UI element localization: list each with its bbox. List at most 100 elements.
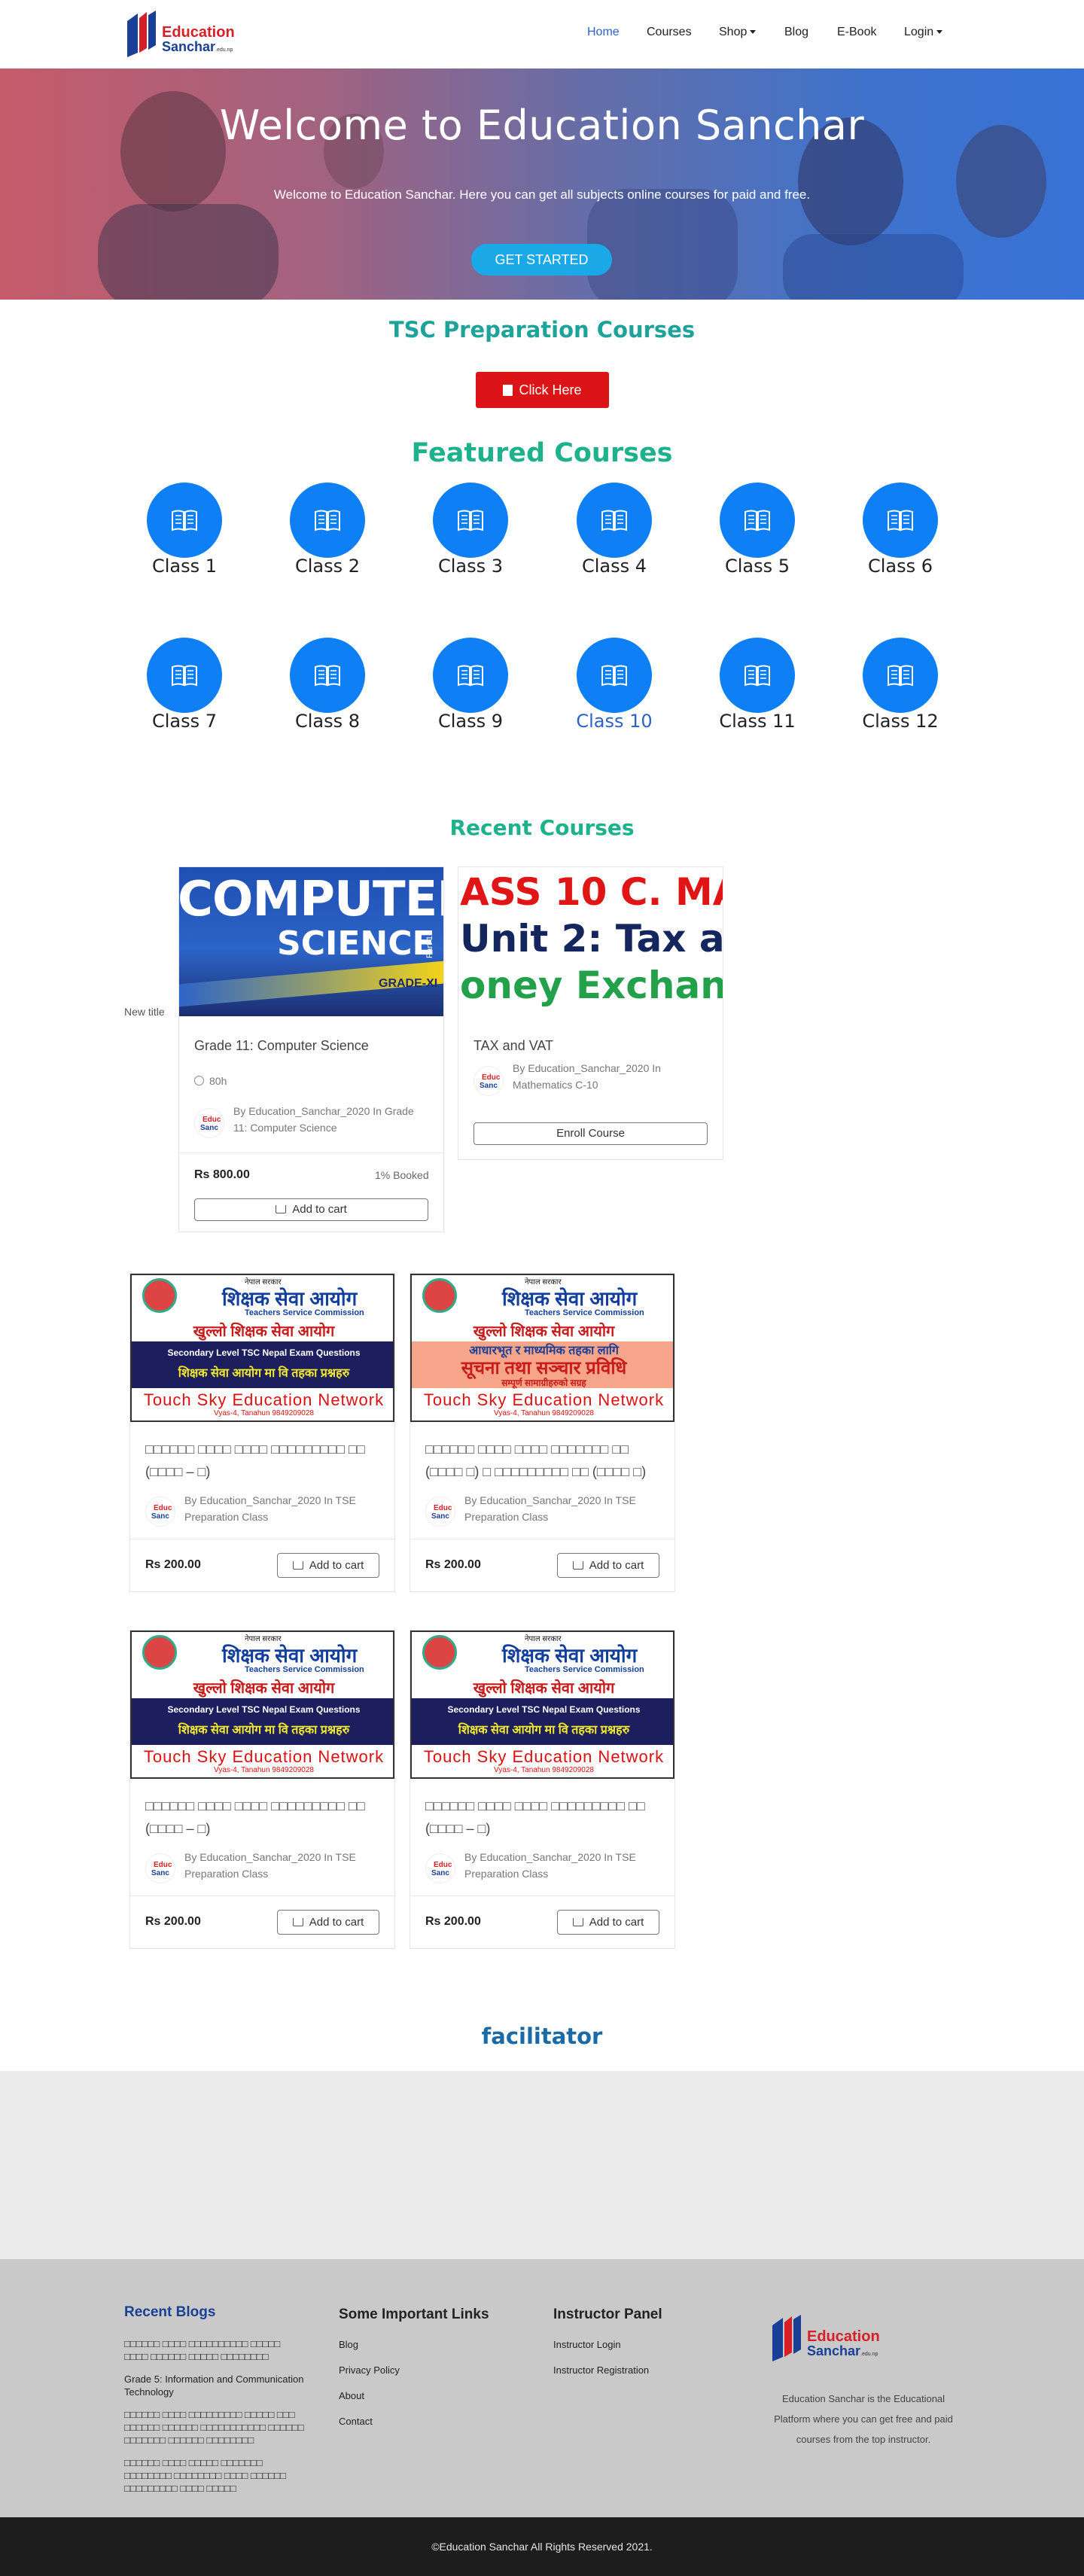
recent-blogs-heading: Recent Blogs — [124, 2304, 216, 2320]
footer-link-privacy[interactable]: Privacy Policy — [339, 2364, 400, 2377]
nav-blog[interactable]: Blog — [784, 26, 808, 39]
class-label[interactable]: Class 5 — [697, 556, 818, 577]
class-label[interactable]: Class 12 — [840, 711, 961, 732]
class-label[interactable]: Class 3 — [410, 556, 531, 577]
blog-link-4[interactable]: □□□□□□ □□□□ □□□□□ □□□□□□□ □□□□□□□□ □□□□□… — [124, 2456, 305, 2495]
thumb-line-2: SCIENCE — [277, 924, 435, 963]
instructor-panel-heading: Instructor Panel — [553, 2307, 662, 2322]
class-circle[interactable] — [720, 638, 795, 713]
class-card[interactable]: Class 3 — [410, 483, 531, 595]
nav-login[interactable]: Login — [904, 26, 943, 39]
enroll-course-button[interactable]: Enroll Course — [473, 1122, 708, 1145]
footer-logo[interactable]: Education Sanchar.edu.np — [769, 2312, 886, 2363]
course-title[interactable]: □□□□□□ □□□□ □□□□ □□□□□□□□□ □□ (□□□□ – □) — [145, 1795, 386, 1840]
course-title[interactable]: □□□□□□ □□□□ □□□□ □□□□□□□□□ □□ (□□□□ – □) — [145, 1438, 386, 1483]
divider — [410, 1895, 674, 1896]
class-card[interactable]: Class 2 — [267, 483, 388, 595]
course-card[interactable]: COMPUTER SCIENCE GRADE-XI Part-1 Grade 1… — [178, 866, 444, 1232]
hero-title: Welcome to Education Sanchar — [219, 102, 865, 149]
nav-ebook[interactable]: E-Book — [837, 26, 876, 39]
class-label[interactable]: Class 10 — [554, 711, 674, 732]
course-author: By Education_Sanchar_2020 In Mathematics… — [513, 1062, 661, 1091]
tsc-section-title: TSC Preparation Courses — [388, 317, 696, 343]
course-title[interactable]: □□□□□□ □□□□ □□□□ □□□□□□□□□ □□ (□□□□ – □) — [425, 1795, 666, 1840]
course-title[interactable]: Grade 11: Computer Science — [194, 1034, 369, 1057]
course-thumbnail[interactable]: नेपाल सरकार शिक्षक सेवा आयोग Teachers Serv… — [130, 1274, 394, 1422]
add-to-cart-button[interactable]: Add to cart — [277, 1553, 379, 1578]
class-card[interactable]: Class 9 — [410, 638, 531, 751]
tsc-course-card[interactable]: नेपाल सरकार शिक्षक सेवा आयोग Teachers Serv… — [129, 1630, 395, 1949]
copyright-bar: ©Education Sanchar All Rights Reserved 2… — [0, 2517, 1084, 2576]
class-label[interactable]: Class 6 — [840, 556, 961, 577]
nav-home[interactable]: Home — [587, 26, 620, 39]
class-card[interactable]: Class 6 — [840, 483, 961, 595]
class-circle[interactable] — [577, 483, 652, 558]
course-thumbnail[interactable]: नेपाल सरकार शिक्षक सेवा आयोग Teachers Serv… — [410, 1631, 674, 1779]
class-card[interactable]: Class 5 — [697, 483, 818, 595]
add-to-cart-button[interactable]: Add to cart — [557, 1553, 659, 1578]
course-thumbnail[interactable]: ASS 10 C. MAT Unit 2: Tax and oney Excha… — [458, 867, 723, 1016]
course-thumbnail[interactable]: COMPUTER SCIENCE GRADE-XI Part-1 — [179, 867, 443, 1016]
class-label[interactable]: Class 8 — [267, 711, 388, 732]
nepal-emblem-icon — [422, 1635, 457, 1670]
class-circle[interactable] — [577, 638, 652, 713]
logo-text-sanchar: Sanchar.edu.np — [807, 2343, 878, 2358]
course-thumbnail[interactable]: नेपाल सरकार शिक्षक सेवा आयोग Teachers Serv… — [130, 1631, 394, 1779]
class-card[interactable]: Class 1 — [124, 483, 245, 595]
click-here-button[interactable]: Click Here — [476, 372, 609, 408]
tsc-course-card[interactable]: नेपाल सरकार शिक्षक सेवा आयोग Teachers Serv… — [129, 1273, 395, 1592]
cart-icon — [276, 1205, 287, 1213]
featured-section-title: Featured Courses — [411, 438, 673, 468]
class-card[interactable]: Class 4 — [554, 483, 674, 595]
class-card[interactable]: Class 11 — [697, 638, 818, 751]
class-circle[interactable] — [290, 483, 365, 558]
add-to-cart-button[interactable]: Add to cart — [277, 1910, 379, 1935]
site-logo[interactable]: Education Sanchar.edu.np — [124, 8, 241, 59]
class-circle[interactable] — [290, 638, 365, 713]
course-title[interactable]: TAX and VAT — [473, 1034, 553, 1057]
instructor-login-link[interactable]: Instructor Login — [553, 2338, 621, 2351]
class-label[interactable]: Class 1 — [124, 556, 245, 577]
class-card[interactable]: Class 10 — [554, 638, 674, 751]
class-label[interactable]: Class 7 — [124, 711, 245, 732]
navbar: Education Sanchar.edu.np Home Courses Sh… — [0, 0, 1084, 69]
class-label[interactable]: Class 4 — [554, 556, 674, 577]
class-circle[interactable] — [863, 483, 938, 558]
poster-band: Secondary Level TSC Nepal Exam Questions… — [412, 1698, 673, 1745]
class-card[interactable]: Class 7 — [124, 638, 245, 751]
cart-icon — [572, 1918, 583, 1926]
course-thumbnail[interactable]: नेपाल सरकार शिक्षक सेवा आयोग Teachers Serv… — [410, 1274, 674, 1422]
class-label[interactable]: Class 2 — [267, 556, 388, 577]
class-circle[interactable] — [863, 638, 938, 713]
tsc-course-card[interactable]: नेपाल सरकार शिक्षक सेवा आयोग Teachers Serv… — [410, 1630, 675, 1949]
blog-link-2[interactable]: Grade 5: Information and Communication T… — [124, 2373, 305, 2398]
nepal-emblem-icon — [142, 1635, 177, 1670]
blog-link-3[interactable]: □□□□□□ □□□□ □□□□□□□□□ □□□□□ □□□ □□□□□□ □… — [124, 2408, 305, 2447]
class-label[interactable]: Class 11 — [697, 711, 818, 732]
course-price: Rs 200.00 — [145, 1558, 201, 1571]
class-circle[interactable] — [433, 483, 508, 558]
course-card[interactable]: ASS 10 C. MAT Unit 2: Tax and oney Excha… — [458, 866, 723, 1160]
nav-shop[interactable]: Shop — [719, 26, 757, 39]
add-to-cart-button[interactable]: Add to cart — [194, 1198, 428, 1221]
footer-link-about[interactable]: About — [339, 2389, 364, 2402]
poster-band: Secondary Level TSC Nepal Exam Questions… — [132, 1698, 393, 1745]
class-card[interactable]: Class 8 — [267, 638, 388, 751]
blog-link-1[interactable]: □□□□□□ □□□□ □□□□□□□□□□ □□□□□ □□□□ □□□□□□… — [124, 2337, 305, 2363]
avatar: Educ Sanc — [425, 1497, 455, 1527]
add-to-cart-button[interactable]: Add to cart — [557, 1910, 659, 1935]
class-label[interactable]: Class 9 — [410, 711, 531, 732]
course-title[interactable]: □□□□□□ □□□□ □□□□ □□□□□□□ □□ (□□□□ □) □ □… — [425, 1438, 666, 1483]
nav-courses[interactable]: Courses — [647, 26, 692, 39]
class-circle[interactable] — [147, 483, 222, 558]
facilitator-section — [0, 2071, 1084, 2259]
get-started-button[interactable]: GET STARTED — [471, 244, 612, 276]
footer-link-contact[interactable]: Contact — [339, 2415, 373, 2428]
class-circle[interactable] — [147, 638, 222, 713]
class-circle[interactable] — [433, 638, 508, 713]
class-circle[interactable] — [720, 483, 795, 558]
class-card[interactable]: Class 12 — [840, 638, 961, 751]
footer-link-blog[interactable]: Blog — [339, 2338, 358, 2351]
instructor-registration-link[interactable]: Instructor Registration — [553, 2364, 649, 2377]
tsc-course-card[interactable]: नेपाल सरकार शिक्षक सेवा आयोग Teachers Serv… — [410, 1273, 675, 1592]
